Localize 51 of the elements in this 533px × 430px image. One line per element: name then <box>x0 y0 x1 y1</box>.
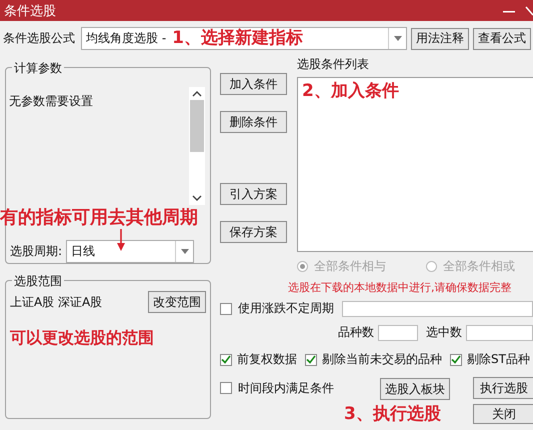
checkbox[interactable] <box>220 382 232 394</box>
count-field <box>378 324 418 340</box>
notice-text: 选股在下载的本地数据中进行,请确保数据完整 <box>288 280 512 295</box>
parameters-text: 无参数需要设置 <box>8 93 94 110</box>
period-field[interactable] <box>342 300 533 316</box>
count-label: 选中数 <box>426 324 462 341</box>
period-label: 选股周期: <box>10 243 62 260</box>
window-title: 条件选股 <box>4 2 57 20</box>
list-label: 选股条件列表 <box>297 56 370 73</box>
checkbox[interactable] <box>450 354 462 366</box>
annotation-text: 2、加入条件 <box>302 81 399 101</box>
checkbox-label: 前复权数据 <box>237 351 297 368</box>
condition-button[interactable]: 引入方案 <box>220 183 287 205</box>
add-to-block-button[interactable]: 选股入板块 <box>380 378 450 400</box>
condition-list[interactable]: 2、加入条件 <box>297 77 533 252</box>
checkbox-label: 时间段内满足条件 <box>238 380 334 396</box>
scrollbar[interactable] <box>189 87 205 205</box>
checkbox[interactable] <box>220 354 232 366</box>
arrow-icon <box>117 229 125 251</box>
annotation-text: 1、选择新建指标 <box>172 27 303 50</box>
count-field <box>466 324 533 340</box>
annotation-text: 3、执行选股 <box>344 403 441 426</box>
checkbox-label: 剔除ST品种 <box>467 351 530 368</box>
group-title: 选股范围 <box>12 273 64 290</box>
condition-button[interactable]: 保存方案 <box>220 221 287 243</box>
period-dropdown[interactable]: 日线 <box>66 240 194 263</box>
formula-button[interactable]: 查看公式 <box>473 28 531 50</box>
checkbox-label: 剔除当前未交易的品种 <box>322 351 442 368</box>
checkbox-label: 使用涨跌不定周期 <box>238 300 334 317</box>
run-button[interactable]: 执行选股 <box>473 377 533 399</box>
condition-button[interactable]: 加入条件 <box>220 73 287 95</box>
range-text: 上证A股 深证A股 <box>10 294 102 310</box>
formula-dropdown[interactable]: 均线角度选股 - 1、选择新建指标 <box>81 27 407 50</box>
radio-label: 全部条件相与 <box>314 258 386 274</box>
condition-button[interactable]: 删除条件 <box>220 111 287 133</box>
radio-label: 全部条件相或 <box>443 258 515 274</box>
checkbox[interactable] <box>220 302 232 314</box>
scroll-up-icon[interactable] <box>192 90 202 97</box>
group-title: 计算参数 <box>12 60 64 77</box>
formula-label: 条件选股公式 <box>3 30 75 47</box>
count-label: 品种数 <box>338 324 374 341</box>
annotation-text: 有的指标可用去其他周期 <box>0 206 198 230</box>
checkbox[interactable] <box>305 354 317 366</box>
change-range-button[interactable]: 改变范围 <box>148 291 206 313</box>
dropdown-caret-icon[interactable] <box>180 249 189 254</box>
formula-button[interactable]: 用法注释 <box>411 28 469 50</box>
close-icon[interactable] <box>525 6 533 16</box>
dropdown-caret-icon[interactable] <box>394 36 402 41</box>
close-button[interactable]: 关闭 <box>473 404 533 424</box>
scroll-down-icon[interactable] <box>192 195 202 202</box>
annotation-text: 可以更改选股的范围 <box>10 327 155 349</box>
